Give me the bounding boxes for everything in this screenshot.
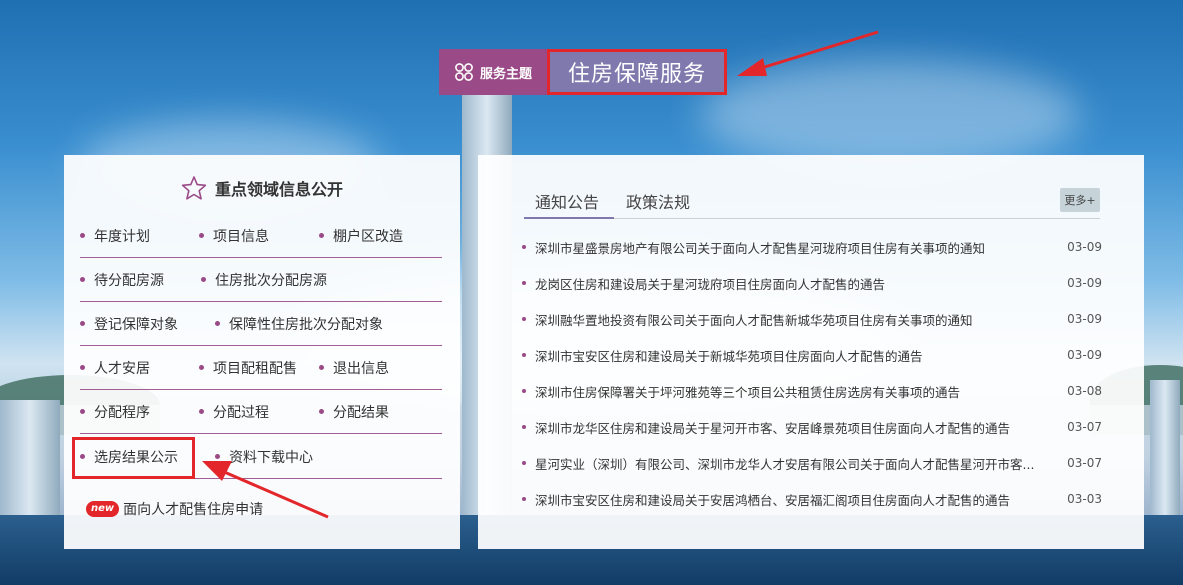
tab-policies[interactable]: 政策法规	[626, 189, 690, 219]
link-registered-recipients[interactable]: 登记保障对象	[80, 314, 215, 334]
link-shantytown-renovation[interactable]: 棚户区改造	[319, 226, 403, 246]
announcements-panel: 通知公告 政策法规 更多+ 深圳市星盛景房地产有限公司关于面向人才配售星河珑府项…	[478, 155, 1144, 549]
news-title: 深圳市住房保障署关于坪河雅苑等三个项目公共租赁住房选房有关事项的通告	[535, 384, 961, 400]
news-title: 深圳市星盛景房地产有限公司关于面向人才配售星河珑府项目住房有关事项的通知	[535, 240, 986, 256]
link-exit-info[interactable]: 退出信息	[319, 358, 389, 378]
link-row: 年度计划 项目信息 棚户区改造	[80, 214, 442, 258]
link-allocation-procedure[interactable]: 分配程序	[80, 402, 199, 422]
link-row: 人才安居 项目配租配售 退出信息	[80, 346, 442, 390]
news-item[interactable]: 深圳市住房保障署关于坪河雅苑等三个项目公共租赁住房选房有关事项的通告 03-08	[522, 373, 1102, 409]
annotation-highlight-box	[72, 437, 195, 479]
news-date: 03-03	[1067, 492, 1102, 506]
news-list: 深圳市星盛景房地产有限公司关于面向人才配售星河珑府项目住房有关事项的通知 03-…	[522, 229, 1102, 517]
news-item[interactable]: 深圳市星盛景房地产有限公司关于面向人才配售星河珑府项目住房有关事项的通知 03-…	[522, 229, 1102, 265]
service-theme-title[interactable]: 住房保障服务	[547, 49, 727, 95]
news-title: 龙岗区住房和建设局关于星河珑府项目住房面向人才配售的通告	[535, 276, 886, 292]
news-date: 03-09	[1067, 312, 1102, 326]
service-theme-bar: 服务主题 住房保障服务	[439, 49, 727, 95]
news-date: 03-08	[1067, 384, 1102, 398]
news-title: 星河实业（深圳）有限公司、深圳市龙华人才安居有限公司关于面向人才配售星河开市客.…	[535, 456, 1035, 472]
news-item[interactable]: 星河实业（深圳）有限公司、深圳市龙华人才安居有限公司关于面向人才配售星河开市客.…	[522, 445, 1102, 481]
news-title: 深圳市宝安区住房和建设局关于新城华苑项目住房面向人才配售的通告	[535, 348, 923, 364]
link-download-center[interactable]: 资料下载中心	[215, 447, 313, 467]
link-available-housing[interactable]: 待分配房源	[80, 270, 201, 290]
link-talent-housing[interactable]: 人才安居	[80, 358, 199, 378]
news-item[interactable]: 龙岗区住房和建设局关于星河珑府项目住房面向人才配售的通告 03-09	[522, 265, 1102, 301]
news-item[interactable]: 深圳市宝安区住房和建设局关于安居鸿栖台、安居福汇阁项目住房面向人才配售的通告 0…	[522, 481, 1102, 517]
new-badge: new	[86, 501, 120, 517]
news-item[interactable]: 深圳融华置地投资有限公司关于面向人才配售新城华苑项目住房有关事项的通知 03-0…	[522, 301, 1102, 337]
service-theme-tag[interactable]: 服务主题	[439, 49, 547, 95]
news-date: 03-07	[1067, 456, 1102, 470]
link-row: 待分配房源 住房批次分配房源	[80, 258, 442, 302]
news-item[interactable]: 深圳市宝安区住房和建设局关于新城华苑项目住房面向人才配售的通告 03-09	[522, 337, 1102, 373]
link-batch-allocation-recipients[interactable]: 保障性住房批次分配对象	[215, 314, 383, 334]
news-title: 深圳市龙华区住房和建设局关于星河开市客、安居峰景苑项目住房面向人才配售的通告	[535, 420, 1011, 436]
news-title: 深圳融华置地投资有限公司关于面向人才配售新城华苑项目住房有关事项的通知	[535, 312, 973, 328]
key-area-disclosure-panel: 重点领域信息公开 年度计划 项目信息 棚户区改造 待分配房源 住房批次分配房源 …	[64, 155, 460, 549]
link-project-info[interactable]: 项目信息	[199, 226, 319, 246]
news-title: 深圳市宝安区住房和建设局关于安居鸿栖台、安居福汇阁项目住房面向人才配售的通告	[535, 492, 1011, 508]
link-rental-sale-projects[interactable]: 项目配租配售	[199, 358, 319, 378]
grid-icon	[455, 63, 473, 81]
link-allocation-process[interactable]: 分配过程	[199, 402, 319, 422]
service-theme-label: 服务主题	[479, 66, 532, 82]
link-allocation-result[interactable]: 分配结果	[319, 402, 389, 422]
talent-housing-application[interactable]: new 面向人才配售住房申请	[86, 499, 263, 519]
news-date: 03-07	[1067, 420, 1102, 434]
news-item[interactable]: 深圳市龙华区住房和建设局关于星河开市客、安居峰景苑项目住房面向人才配售的通告 0…	[522, 409, 1102, 445]
panel-heading-text: 重点领域信息公开	[214, 180, 343, 199]
link-row: 分配程序 分配过程 分配结果	[80, 390, 442, 434]
tab-notices[interactable]: 通知公告	[524, 189, 614, 219]
talent-housing-application-label: 面向人才配售住房申请	[123, 502, 264, 518]
news-date: 03-09	[1067, 240, 1102, 254]
panel-heading: 重点领域信息公开	[64, 175, 460, 201]
more-button[interactable]: 更多+	[1060, 188, 1100, 212]
link-row: 登记保障对象 保障性住房批次分配对象	[80, 302, 442, 346]
news-tabs: 通知公告 政策法规	[524, 189, 1100, 219]
news-date: 03-09	[1067, 276, 1102, 290]
link-annual-plan[interactable]: 年度计划	[80, 226, 199, 246]
news-date: 03-09	[1067, 348, 1102, 362]
star-icon	[181, 176, 207, 200]
link-batch-allocation-housing[interactable]: 住房批次分配房源	[201, 270, 327, 290]
